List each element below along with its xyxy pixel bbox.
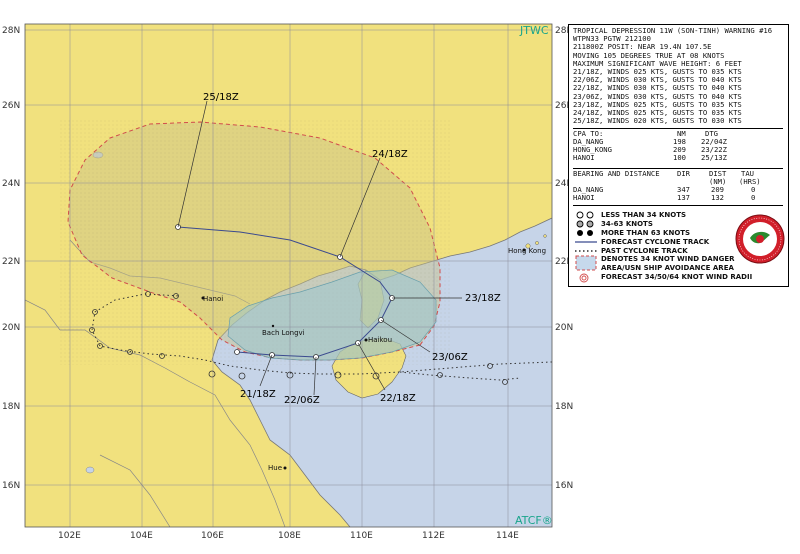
lon-label: 104E [130, 531, 153, 541]
lat-label: 22N [2, 257, 20, 267]
city-label-bach-long-vi: Bach Longvi [262, 329, 305, 337]
legend-item: FORECAST CYCLONE TRACK [601, 238, 710, 246]
half-filled-cyclone-icon [576, 220, 594, 228]
divider [573, 205, 783, 206]
bearing-title: BEARING AND DISTANCE [573, 169, 660, 178]
city-label-hong-kong: Hong Kong [508, 247, 546, 255]
bearing-dist: 132 [711, 193, 724, 202]
legend-item: AREA/USN SHIP AVOIDANCE AREA [601, 264, 734, 272]
city-label-hue: Hue [268, 464, 282, 472]
wind-radii-icon [579, 273, 589, 283]
time-label-21-18z: 21/18Z [240, 389, 276, 400]
cpa-place: HANOI [573, 153, 595, 162]
lon-label: 102E [58, 531, 81, 541]
atcf-label: ATCF® [515, 514, 553, 527]
filled-cyclone-icon [577, 230, 593, 236]
lat-label: 18N [555, 402, 573, 412]
legend: LESS THAN 34 KNOTS 34-63 KNOTS MORE THAN… [571, 208, 752, 284]
city-marker-hue [283, 466, 287, 470]
warning-header-line: 25/18Z, WINDS 020 KTS, GUSTS TO 030 KTS [573, 116, 742, 126]
dotted-line-icon [575, 250, 597, 252]
city-label-haikou: Haikou [368, 336, 392, 344]
island [535, 241, 539, 245]
lat-label: 18N [2, 402, 20, 412]
time-label-23-06z: 23/06Z [432, 352, 468, 363]
lon-label: 108E [278, 531, 301, 541]
lat-label: 20N [2, 323, 20, 333]
lat-label: 26N [2, 101, 20, 111]
jtwc-label: JTWC [519, 24, 549, 37]
cpa-dtg: 25/13Z [701, 153, 727, 162]
jtwc-logo-icon [735, 214, 785, 264]
lon-label: 106E [201, 531, 224, 541]
bearing-dir: 137 [677, 193, 690, 202]
legend-item: 34-63 KNOTS [601, 220, 653, 228]
cpa-nm: 100 [673, 153, 686, 162]
lat-label: 16N [2, 481, 20, 491]
lat-label: 24N [2, 179, 20, 189]
time-label-24-18z: 24/18Z [372, 149, 408, 160]
lat-label: 28N [2, 26, 20, 36]
time-label-22-06z: 22/06Z [284, 395, 320, 406]
time-label-25-18z: 25/18Z [203, 92, 239, 103]
legend-item: FORECAST 34/50/64 KNOT WIND RADII [601, 273, 753, 281]
lon-label: 110E [350, 531, 373, 541]
open-cyclone-icon [576, 211, 594, 219]
solid-line-icon [575, 241, 597, 243]
bearing-tau: 0 [751, 193, 756, 202]
lat-label: 20N [555, 323, 573, 333]
legend-item: LESS THAN 34 KNOTS [601, 211, 687, 219]
legend-item: PAST CYCLONE TRACK [601, 247, 688, 255]
city-label-hanoi: Hanoi [203, 295, 223, 303]
city-marker-bach-long-vi [271, 324, 275, 328]
island [543, 234, 547, 238]
bearing-hrs-unit: (HRS) [739, 177, 761, 186]
bearing-dir-header: DIR [677, 169, 690, 178]
time-label-23-18z: 23/18Z [465, 293, 501, 304]
lat-label: 16N [555, 481, 573, 491]
lon-label: 112E [422, 531, 445, 541]
lake [85, 466, 95, 474]
lon-label: 114E [496, 531, 519, 541]
danger-area-swatch-icon [575, 255, 597, 271]
time-label-22-18z: 22/18Z [380, 393, 416, 404]
legend-item: DENOTES 34 KNOT WIND DANGER [601, 255, 735, 263]
bearing-place: HANOI [573, 193, 595, 202]
warning-header: TROPICAL DEPRESSION 11W (SON-TINH) WARNI… [573, 26, 772, 126]
legend-item: MORE THAN 63 KNOTS [601, 229, 691, 237]
